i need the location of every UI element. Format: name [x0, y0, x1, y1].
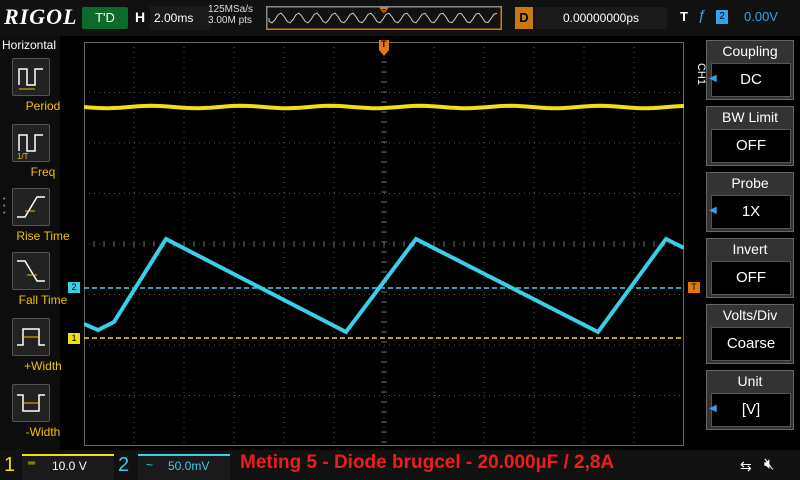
- ch1-number[interactable]: 1: [4, 454, 15, 477]
- trigger-source[interactable]: 2: [716, 10, 728, 24]
- neg-width-label: -Width: [25, 425, 61, 439]
- delay-label: D: [515, 7, 533, 29]
- unit-value: [V]: [711, 393, 791, 427]
- volts-div-title: Volts/Div: [722, 307, 778, 323]
- memory-depth: 3.00M pts: [208, 15, 252, 26]
- freq-button[interactable]: 1/T Freq: [12, 124, 55, 179]
- overlay-caption: Meting 5 - Diode brugcel - 20.000µF / 2,…: [240, 452, 615, 473]
- neg-width-icon: [17, 394, 45, 412]
- ch2-scale: 50.0mV: [168, 459, 210, 473]
- freq-icon: 1/T: [17, 134, 43, 161]
- ch2-offset-marker[interactable]: 2: [68, 282, 80, 293]
- ch1-scale: 10.0 V: [52, 459, 87, 473]
- left-arrow-icon: ◀: [709, 73, 717, 84]
- ch2-ac-coupling-icon: ~: [146, 458, 154, 472]
- freq-label: Freq: [30, 165, 56, 179]
- acquisition-info: 125MSa/s 3.00M pts: [208, 4, 253, 26]
- sample-rate: 125MSa/s: [208, 4, 254, 15]
- rise-time-icon: [17, 196, 45, 218]
- ch1-offset-marker[interactable]: 1: [68, 333, 80, 344]
- bw-limit-value: OFF: [711, 129, 791, 163]
- period-icon: [18, 68, 43, 90]
- trigger-level-marker[interactable]: T: [688, 282, 700, 293]
- svg-text:1/T: 1/T: [17, 152, 29, 161]
- memory-waveform-strip[interactable]: T: [266, 6, 502, 30]
- ch2-number[interactable]: 2: [118, 454, 129, 477]
- left-arrow-icon: ◀: [709, 205, 717, 216]
- probe-title: Probe: [731, 175, 769, 191]
- memory-trigger-marker: T: [382, 9, 387, 16]
- probe-value: 1X: [711, 195, 791, 229]
- timebase-value[interactable]: 2.00ms: [150, 6, 210, 30]
- invert-menu-item[interactable]: Invert OFF: [706, 238, 794, 298]
- trigger-marker-text: T: [381, 39, 387, 49]
- fall-time-icon: [17, 260, 45, 282]
- ch1-waveform: [84, 103, 684, 111]
- invert-title: Invert: [732, 241, 768, 257]
- panel-title: Horizontal: [2, 38, 57, 52]
- coupling-menu-item[interactable]: Coupling DC ◀: [706, 40, 794, 100]
- pos-width-button[interactable]: +Width: [12, 318, 62, 373]
- fall-time-label: Fall Time: [18, 293, 68, 307]
- panel-scroll-dots: • • •: [3, 196, 6, 217]
- bw-limit-menu-item[interactable]: BW Limit OFF: [706, 106, 794, 166]
- bw-limit-title: BW Limit: [722, 109, 778, 125]
- period-button[interactable]: Period: [12, 58, 60, 113]
- volts-div-value: Coarse: [711, 327, 791, 361]
- period-label: Period: [25, 99, 61, 113]
- trigger-label: T: [680, 9, 688, 24]
- volts-div-menu-item[interactable]: Volts/Div Coarse: [706, 304, 794, 364]
- trigger-level[interactable]: 0.00V: [744, 9, 778, 24]
- coupling-value: DC: [711, 63, 791, 97]
- run-state-badge[interactable]: T'D: [82, 7, 128, 29]
- neg-width-button[interactable]: -Width: [12, 384, 60, 439]
- speaker-muted-icon: 🔇︎: [764, 456, 775, 473]
- unit-menu-item[interactable]: Unit [V] ◀: [706, 370, 794, 430]
- ch1-dc-coupling-icon: ═: [28, 458, 36, 469]
- coupling-title: Coupling: [722, 43, 778, 59]
- delay-value[interactable]: 0.00000000ps: [535, 7, 667, 29]
- invert-value: OFF: [711, 261, 791, 295]
- left-arrow-icon: ◀: [709, 403, 717, 414]
- rise-time-button[interactable]: Rise Time: [12, 188, 70, 243]
- pos-width-label: +Width: [24, 359, 62, 373]
- pos-width-icon: [17, 328, 45, 346]
- brand-logo: RIGOL: [4, 4, 78, 29]
- rise-time-label: Rise Time: [16, 229, 70, 243]
- fall-time-button[interactable]: Fall Time: [12, 252, 67, 307]
- unit-title: Unit: [737, 373, 763, 389]
- horizontal-label: H: [135, 9, 146, 25]
- rising-edge-icon: ƒ: [698, 7, 707, 24]
- trigger-position-marker[interactable]: T: [379, 39, 389, 56]
- waveform-display[interactable]: [84, 42, 684, 446]
- memory-strip-wave: T: [266, 6, 502, 30]
- usb-icon: ⇆: [740, 458, 752, 474]
- probe-menu-item[interactable]: Probe 1X ◀: [706, 172, 794, 232]
